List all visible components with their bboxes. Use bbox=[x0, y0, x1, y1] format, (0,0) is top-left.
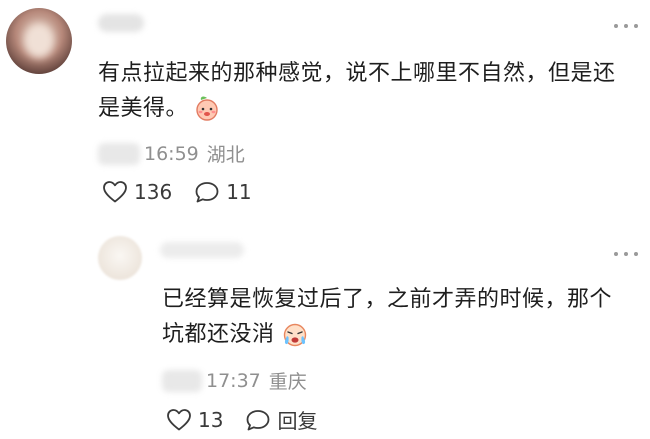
username[interactable] bbox=[160, 242, 244, 258]
crying-face-emoji bbox=[281, 321, 309, 358]
comment-actions: 136 11 bbox=[102, 180, 252, 204]
avatar[interactable] bbox=[6, 8, 72, 74]
avatar[interactable] bbox=[98, 236, 142, 280]
timestamp: 16:59 bbox=[144, 142, 199, 165]
like-button[interactable]: 13 bbox=[166, 408, 223, 432]
username[interactable] bbox=[98, 14, 144, 32]
peach-face-emoji bbox=[194, 95, 220, 132]
speech-bubble-icon bbox=[195, 182, 219, 203]
like-count: 13 bbox=[198, 407, 224, 432]
date bbox=[162, 369, 202, 392]
more-dots-icon[interactable] bbox=[614, 22, 638, 30]
comment-meta: 17:37 重庆 bbox=[162, 367, 307, 394]
comment-text: 有点拉起来的那种感觉，说不上哪里不自然，但是还是美得。 bbox=[98, 56, 618, 132]
comment-text: 已经算是恢复过后了，之前才弄的时候，那个坑都还没消 bbox=[162, 282, 622, 358]
reply-button[interactable]: 回复 bbox=[245, 405, 317, 434]
comment-thread: 有点拉起来的那种感觉，说不上哪里不自然，但是还是美得。 16:59 湖北 136… bbox=[0, 0, 650, 439]
comment-meta: 16:59 湖北 bbox=[98, 140, 245, 167]
reply-button[interactable]: 11 bbox=[194, 180, 252, 204]
speech-bubble-icon bbox=[247, 409, 270, 430]
heart-outline-icon bbox=[167, 408, 191, 430]
more-dots-icon[interactable] bbox=[614, 250, 638, 258]
date bbox=[98, 142, 140, 165]
heart-outline-icon bbox=[103, 181, 127, 203]
location: 湖北 bbox=[206, 144, 245, 166]
like-button[interactable]: 136 bbox=[102, 180, 172, 204]
comment-actions: 13 回复 bbox=[166, 405, 317, 434]
location: 重庆 bbox=[268, 371, 307, 393]
reply-label: 回复 bbox=[277, 409, 318, 433]
timestamp: 17:37 bbox=[206, 369, 261, 392]
like-count: 136 bbox=[134, 180, 173, 204]
reply-count: 11 bbox=[226, 180, 252, 204]
